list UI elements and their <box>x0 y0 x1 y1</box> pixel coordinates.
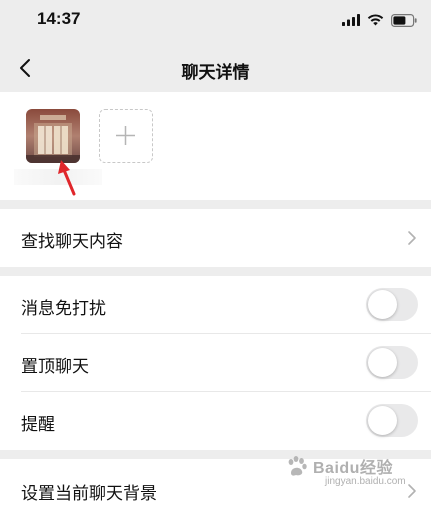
setting-row-pin: 置顶聊天 <box>0 334 431 392</box>
nav-bar: 聊天详情 <box>0 44 431 92</box>
toggle-knob <box>368 290 397 319</box>
chat-background-item[interactable]: 设置当前聊天背景 <box>0 459 431 506</box>
chevron-right-icon <box>408 484 416 498</box>
signal-icon <box>342 14 360 26</box>
setting-label-remind: 提醒 <box>21 415 55 435</box>
remind-toggle[interactable] <box>366 404 418 437</box>
page-title: 聊天详情 <box>181 63 250 83</box>
toggle-knob <box>368 348 397 377</box>
mute-toggle[interactable] <box>366 288 418 321</box>
wifi-icon <box>367 14 384 26</box>
chevron-right-icon <box>408 231 416 245</box>
annotation-arrow-icon <box>58 160 76 196</box>
setting-row-remind: 提醒 <box>0 392 431 450</box>
chat-background-label: 设置当前聊天背景 <box>21 484 157 504</box>
search-chat-history-item[interactable]: 查找聊天内容 <box>0 209 431 267</box>
status-icons <box>342 12 417 28</box>
status-time: 14:37 <box>37 9 81 28</box>
add-member-button[interactable] <box>99 109 153 163</box>
search-chat-history-label: 查找聊天内容 <box>21 232 123 252</box>
setting-label-pin: 置顶聊天 <box>21 357 89 377</box>
pin-toggle[interactable] <box>366 346 418 379</box>
toggle-knob <box>368 406 397 435</box>
setting-label-mute: 消息免打扰 <box>21 299 106 319</box>
plus-icon <box>116 126 135 145</box>
battery-icon <box>391 13 417 27</box>
status-bar: 14:37 <box>0 0 431 44</box>
setting-row-mute: 消息免打扰 <box>0 276 431 334</box>
